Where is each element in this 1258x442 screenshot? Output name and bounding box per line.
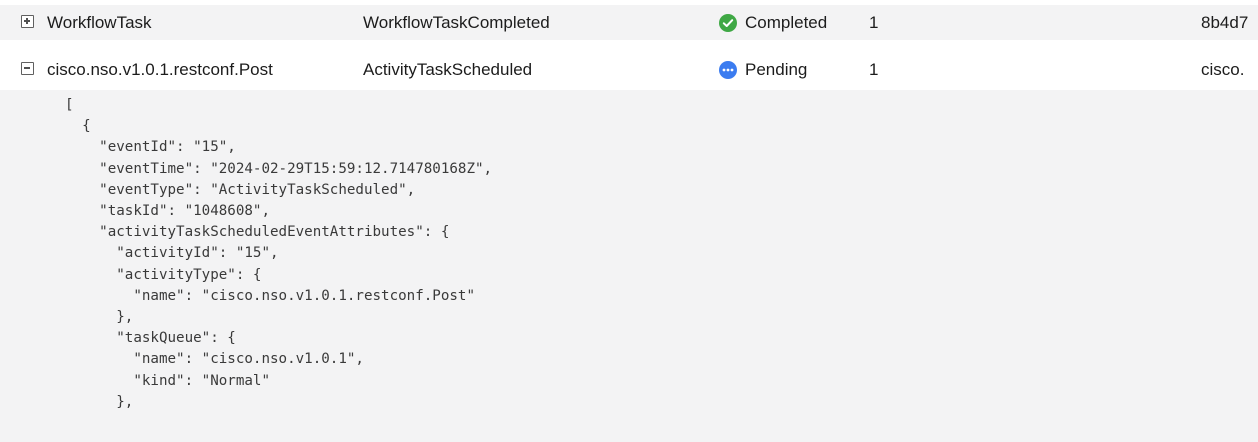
event-json-panel[interactable]: [ { "eventId": "15", "eventTime": "2024-… (0, 90, 1258, 442)
event-history-table: WorkflowTask WorkflowTaskCompleted Compl… (0, 0, 1258, 442)
check-circle-icon (719, 14, 737, 32)
row-id: cisco. (1201, 60, 1245, 79)
status-label: Completed (745, 13, 828, 32)
row-id: 8b4d7 (1201, 13, 1249, 32)
row-count: 1 (869, 13, 879, 32)
table-row[interactable]: cisco.nso.v1.0.1.restconf.Post ActivityT… (0, 52, 1258, 87)
row-event-type: WorkflowTaskCompleted (363, 13, 550, 32)
more-dots-icon (719, 61, 737, 79)
status-label: Pending (745, 60, 808, 79)
collapse-toggle-icon[interactable] (21, 62, 34, 75)
event-json-text: [ { "eventId": "15", "eventTime": "2024-… (65, 97, 493, 410)
row-event-type: ActivityTaskScheduled (363, 60, 533, 79)
row-name: cisco.nso.v1.0.1.restconf.Post (47, 60, 273, 79)
row-name: WorkflowTask (47, 13, 152, 32)
table-row[interactable]: WorkflowTask WorkflowTaskCompleted Compl… (0, 5, 1258, 40)
expand-toggle-icon[interactable] (21, 15, 34, 28)
row-count: 1 (869, 60, 879, 79)
